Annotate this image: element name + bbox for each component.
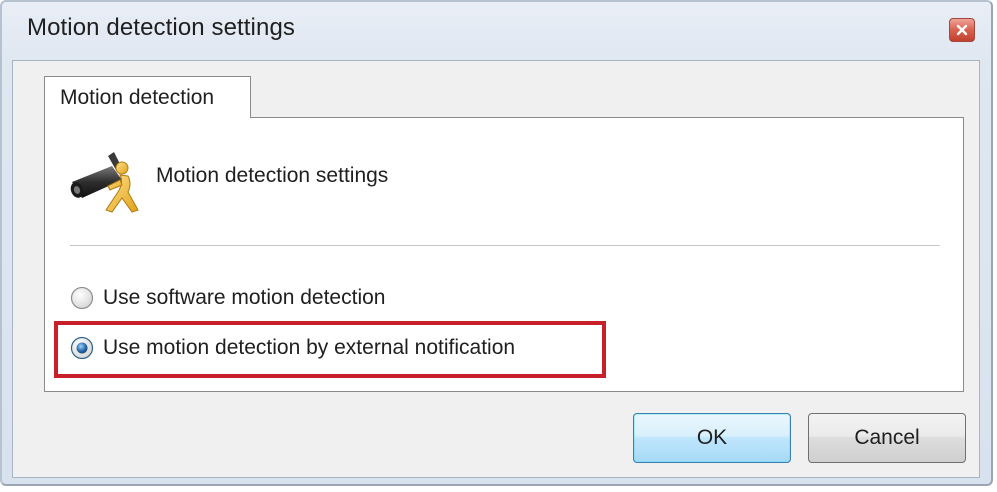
radio-software-detection[interactable]: Use software motion detection xyxy=(70,283,385,313)
radio-label[interactable]: Use motion detection by external notific… xyxy=(103,336,515,360)
close-button[interactable] xyxy=(949,18,975,42)
radio-unselected-icon[interactable] xyxy=(70,286,94,310)
tab-label: Motion detection xyxy=(60,86,215,109)
title-bar[interactable]: Motion detection settings xyxy=(2,2,991,60)
cancel-button[interactable]: Cancel xyxy=(808,413,966,463)
ok-button[interactable]: OK xyxy=(633,413,791,463)
radio-external-notification[interactable]: Use motion detection by external notific… xyxy=(70,333,515,363)
section-title: Motion detection settings xyxy=(156,164,389,187)
camera-motion-icon xyxy=(68,148,144,216)
radio-label[interactable]: Use software motion detection xyxy=(103,286,385,310)
close-icon xyxy=(956,24,968,36)
divider xyxy=(70,245,940,246)
dialog-title: Motion detection settings xyxy=(27,14,295,41)
tab-motion-detection[interactable]: Motion detection xyxy=(44,76,251,118)
radio-selected-icon[interactable] xyxy=(70,336,94,360)
